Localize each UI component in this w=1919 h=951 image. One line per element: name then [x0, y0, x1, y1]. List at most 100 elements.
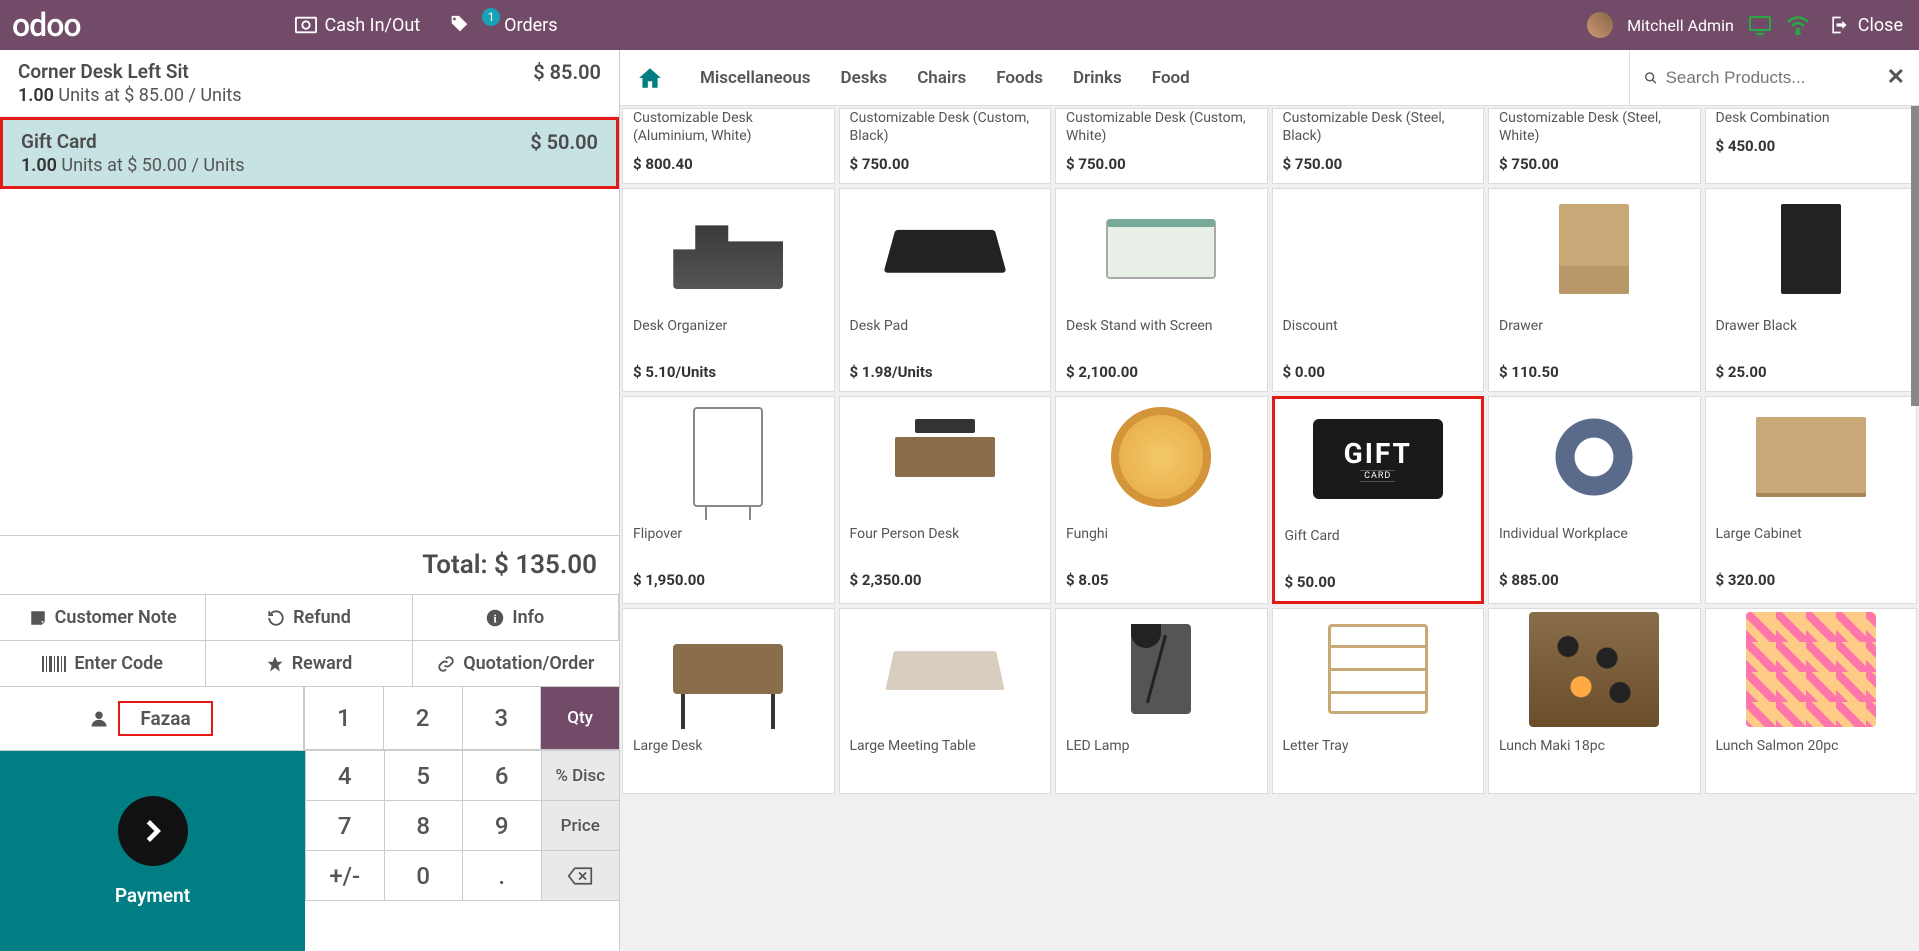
product-name: Drawer Black — [1716, 317, 1907, 353]
numpad-8[interactable]: 8 — [384, 801, 463, 851]
product-price: $ 50.00 — [1285, 573, 1472, 591]
product-card[interactable]: Lunch Maki 18pc — [1488, 608, 1701, 794]
product-card[interactable]: Desk Combination $ 450.00 — [1705, 108, 1918, 184]
product-price: $ 1.98/Units — [850, 363, 1041, 381]
home-button[interactable] — [620, 65, 680, 91]
category-tab[interactable]: Miscellaneous — [700, 68, 811, 88]
product-name: Large Cabinet — [1716, 525, 1907, 561]
orders-button[interactable]: 1 Orders — [434, 14, 571, 36]
product-card[interactable]: Lunch Salmon 20pc — [1705, 608, 1918, 794]
category-tab[interactable]: Drinks — [1073, 68, 1122, 88]
product-price: $ 25.00 — [1716, 363, 1907, 381]
numpad-price[interactable]: Price — [541, 801, 620, 851]
product-image — [673, 644, 783, 694]
product-name: Customizable Desk (Steel, Black) — [1283, 109, 1474, 145]
category-tab[interactable]: Desks — [841, 68, 888, 88]
product-name: Customizable Desk (Steel, White) — [1499, 109, 1690, 145]
product-price: $ 320.00 — [1716, 571, 1907, 589]
barcode-icon — [42, 656, 66, 672]
numpad-backspace[interactable] — [541, 851, 620, 901]
numpad-2[interactable]: 2 — [383, 687, 462, 750]
search-icon — [1644, 68, 1658, 88]
category-tab[interactable]: Chairs — [917, 68, 966, 88]
product-card[interactable]: Customizable Desk (Steel, Black) $ 750.0… — [1272, 108, 1485, 184]
product-card[interactable]: Four Person Desk $ 2,350.00 — [839, 396, 1052, 604]
product-card[interactable]: Flipover $ 1,950.00 — [622, 396, 835, 604]
product-card[interactable]: Desk Stand with Screen $ 2,100.00 — [1055, 188, 1268, 392]
numpad-dot[interactable]: . — [462, 851, 541, 901]
product-price: $ 750.00 — [1066, 155, 1257, 173]
numpad-9[interactable]: 9 — [462, 801, 541, 851]
category-tab[interactable]: Foods — [996, 68, 1043, 88]
customer-button[interactable]: Fazaa — [0, 687, 304, 750]
customer-note-button[interactable]: Customer Note — [0, 595, 206, 641]
numpad-3[interactable]: 3 — [462, 687, 541, 750]
avatar[interactable] — [1587, 12, 1613, 38]
product-name: Customizable Desk (Aluminium, White) — [633, 109, 824, 145]
product-card[interactable]: Customizable Desk (Steel, White) $ 750.0… — [1488, 108, 1701, 184]
user-name[interactable]: Mitchell Admin — [1627, 16, 1734, 35]
product-card[interactable]: Discount $ 0.00 — [1272, 188, 1485, 392]
close-button[interactable]: Close — [1824, 15, 1907, 36]
product-card[interactable]: Desk Organizer $ 5.10/Units — [622, 188, 835, 392]
numpad-disc[interactable]: % Disc — [541, 751, 620, 801]
product-name: Drawer — [1499, 317, 1690, 353]
order-total: Total: $ 135.00 — [0, 535, 619, 594]
chevron-right-icon — [118, 796, 188, 866]
product-card[interactable]: Customizable Desk (Custom, White) $ 750.… — [1055, 108, 1268, 184]
product-name: Flipover — [633, 525, 824, 561]
product-card[interactable]: Large Cabinet $ 320.00 — [1705, 396, 1918, 604]
quotation-button[interactable]: Quotation/Order — [413, 641, 619, 687]
category-tab[interactable]: Food — [1152, 68, 1190, 88]
product-card[interactable]: LED Lamp — [1055, 608, 1268, 794]
product-image — [1549, 412, 1639, 502]
numpad-6[interactable]: 6 — [462, 751, 541, 801]
topbar: odoo Cash In/Out 1 Orders Mitchell Admin… — [0, 0, 1919, 50]
product-price: $ 8.05 — [1066, 571, 1257, 589]
product-card[interactable]: Letter Tray — [1272, 608, 1485, 794]
product-card[interactable]: GIFTCARD Gift Card $ 50.00 — [1272, 396, 1485, 604]
numpad-4[interactable]: 4 — [305, 751, 384, 801]
numpad-5[interactable]: 5 — [384, 751, 463, 801]
product-card[interactable]: Individual Workplace $ 885.00 — [1488, 396, 1701, 604]
product-card[interactable]: Desk Pad $ 1.98/Units — [839, 188, 1052, 392]
product-card[interactable]: Customizable Desk (Aluminium, White) $ 8… — [622, 108, 835, 184]
product-card[interactable]: Funghi $ 8.05 — [1055, 396, 1268, 604]
product-card[interactable]: Large Meeting Table — [839, 608, 1052, 794]
reward-button[interactable]: Reward — [206, 641, 412, 687]
product-image — [1111, 407, 1211, 507]
search-clear[interactable]: ✕ — [1887, 65, 1905, 90]
cash-in-out-button[interactable]: Cash In/Out — [281, 15, 435, 36]
logo[interactable]: odoo — [12, 6, 81, 44]
product-image — [1756, 417, 1866, 497]
info-icon: i — [486, 609, 504, 627]
line-name: Corner Desk Left Sit — [18, 60, 242, 83]
product-name: Large Desk — [633, 737, 824, 773]
numpad-qty[interactable]: Qty — [540, 687, 619, 750]
numpad-7[interactable]: 7 — [305, 801, 384, 851]
product-card[interactable]: Drawer Black $ 25.00 — [1705, 188, 1918, 392]
order-line[interactable]: Gift Card 1.00 Units at $ 50.00 / Units … — [0, 117, 619, 189]
numpad-0[interactable]: 0 — [384, 851, 463, 901]
product-price: $ 885.00 — [1499, 571, 1690, 589]
order-line[interactable]: Corner Desk Left Sit 1.00 Units at $ 85.… — [0, 50, 619, 117]
line-detail: 1.00 Units at $ 50.00 / Units — [21, 155, 245, 176]
numpad-1[interactable]: 1 — [304, 687, 383, 750]
product-card[interactable]: Drawer $ 110.50 — [1488, 188, 1701, 392]
search-input[interactable] — [1666, 68, 1887, 88]
enter-code-button[interactable]: Enter Code — [0, 641, 206, 687]
scrollbar-thumb[interactable] — [1911, 106, 1919, 406]
info-button[interactable]: i Info — [413, 595, 619, 641]
product-card[interactable]: Customizable Desk (Custom, Black) $ 750.… — [839, 108, 1052, 184]
numpad-sign[interactable]: +/- — [305, 851, 384, 901]
refund-button[interactable]: Refund — [206, 595, 412, 641]
product-name: Lunch Salmon 20pc — [1716, 737, 1907, 773]
monitor-icon[interactable] — [1748, 15, 1772, 35]
product-image — [1328, 624, 1428, 714]
payment-button[interactable]: Payment — [0, 751, 305, 951]
product-name: Desk Stand with Screen — [1066, 317, 1257, 353]
product-name: Desk Combination — [1716, 109, 1907, 127]
product-name: Customizable Desk (Custom, Black) — [850, 109, 1041, 145]
backspace-icon — [567, 866, 593, 886]
product-card[interactable]: Large Desk — [622, 608, 835, 794]
